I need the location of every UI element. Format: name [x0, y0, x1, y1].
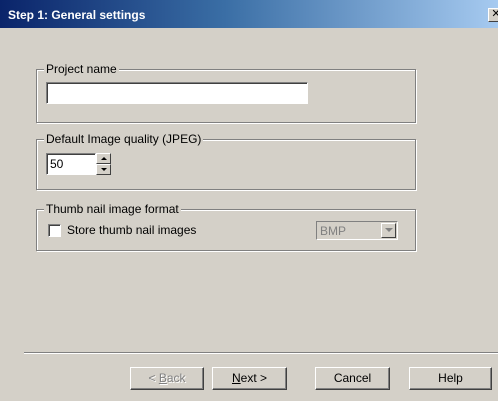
close-icon[interactable]: ✕: [488, 8, 498, 22]
thumbnail-format-legend: Thumb nail image format: [44, 202, 181, 216]
cancel-button[interactable]: Cancel: [315, 367, 390, 390]
image-quality-field[interactable]: [46, 153, 96, 175]
back-button[interactable]: < Back: [130, 367, 204, 390]
spin-down-icon[interactable]: [96, 164, 111, 175]
title-bar[interactable]: Step 1: General settings ✕: [0, 0, 498, 28]
help-button[interactable]: Help: [409, 367, 492, 390]
window-title: Step 1: General settings: [8, 8, 146, 22]
spin-up-icon[interactable]: [96, 153, 111, 164]
project-name-input[interactable]: [46, 82, 308, 104]
store-thumbnails-label[interactable]: Store thumb nail images: [67, 223, 196, 237]
wizard-dialog: Step 1: General settings ✕ Project name …: [0, 0, 498, 401]
project-name-legend: Project name: [44, 62, 119, 76]
next-button[interactable]: Next >: [212, 367, 287, 390]
chevron-down-icon[interactable]: [381, 223, 396, 238]
button-separator: [24, 352, 498, 354]
thumbnail-format-value: BMP: [320, 224, 347, 238]
thumbnail-format-select[interactable]: BMP: [316, 221, 398, 240]
image-quality-legend: Default Image quality (JPEG): [44, 132, 204, 146]
store-thumbnails-checkbox[interactable]: [48, 224, 61, 237]
image-quality-stepper[interactable]: [96, 153, 111, 175]
